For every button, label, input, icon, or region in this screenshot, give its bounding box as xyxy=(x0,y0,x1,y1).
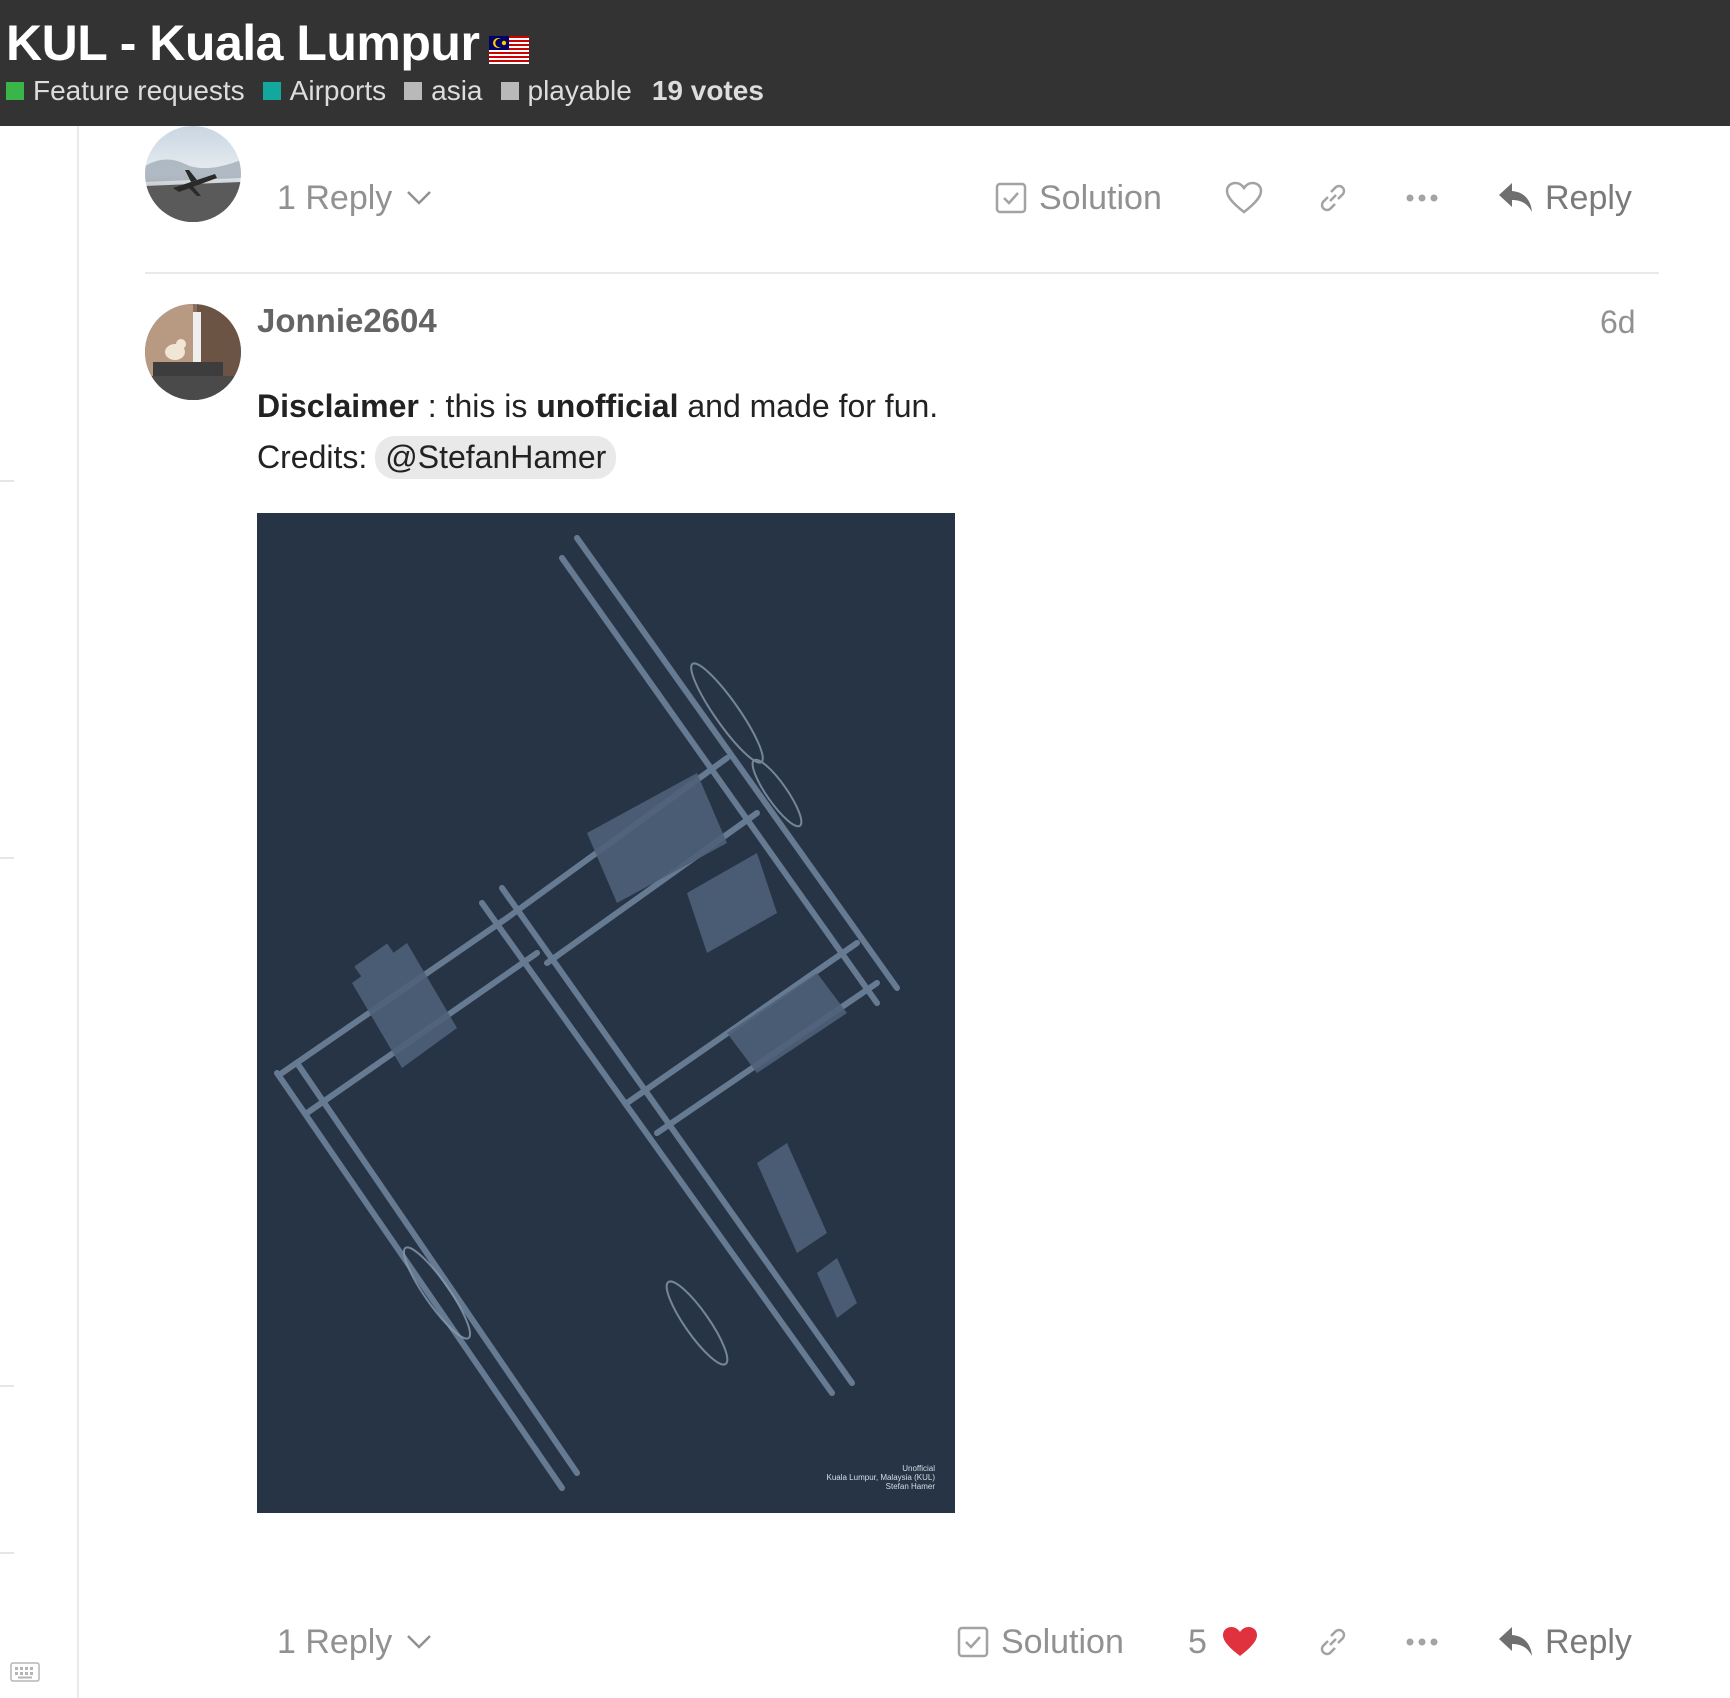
post-body-line-1: Disclaimer : this is unofficial and made… xyxy=(257,388,938,425)
topic-tags: Feature requests Airports asia playable … xyxy=(6,74,764,108)
body-text: : this is xyxy=(418,388,537,424)
reply-button[interactable]: Reply xyxy=(1497,158,1632,238)
disclaimer-bold: Disclaimer xyxy=(257,388,419,424)
replies-label: 1 Reply xyxy=(277,1622,393,1661)
airport-map-image[interactable]: Unofficial Kuala Lumpur, Malaysia (KUL) … xyxy=(257,513,955,1513)
tag-label: playable xyxy=(527,75,632,106)
timeline-rail xyxy=(77,126,79,1698)
solution-button[interactable]: Solution xyxy=(957,1602,1124,1682)
post-actions: 1 Reply Solution 5 Reply xyxy=(145,1602,1665,1682)
map-caption-line-3: Stefan Hamer xyxy=(886,1482,936,1491)
more-options-button[interactable] xyxy=(1405,1602,1439,1682)
more-options-button[interactable] xyxy=(1405,158,1439,238)
ellipsis-icon xyxy=(1405,193,1439,203)
username[interactable]: Jonnie2604 xyxy=(257,302,437,340)
category-color-swatch xyxy=(262,82,281,100)
solution-label: Solution xyxy=(1039,178,1162,217)
reply-button[interactable]: Reply xyxy=(1497,1602,1632,1682)
tag-color-swatch xyxy=(404,82,423,100)
topic-title[interactable]: KUL - Kuala Lumpur xyxy=(6,14,530,76)
replies-toggle[interactable]: 1 Reply xyxy=(277,158,432,238)
heart-outline-icon xyxy=(1225,181,1263,215)
body-text: and made for fun. xyxy=(678,388,939,424)
vote-count: 19 votes xyxy=(651,75,764,106)
like-button[interactable] xyxy=(1225,158,1263,238)
category-airports[interactable]: Airports xyxy=(262,75,387,107)
unofficial-bold: unofficial xyxy=(536,388,679,424)
category-color-swatch xyxy=(6,82,24,100)
tag-playable[interactable]: playable xyxy=(500,75,632,107)
checkbox-icon xyxy=(957,1626,989,1658)
avatar[interactable] xyxy=(145,304,241,400)
tag-label: asia xyxy=(431,75,483,106)
post-actions: 1 Reply Solution Reply xyxy=(145,158,1665,238)
ellipsis-icon xyxy=(1405,1637,1439,1647)
map-caption-line-2: Kuala Lumpur, Malaysia (KUL) xyxy=(827,1473,936,1482)
category-label: Airports xyxy=(289,75,387,106)
topic-title-text[interactable]: KUL - Kuala Lumpur xyxy=(6,15,480,71)
rail-tick xyxy=(0,857,14,859)
user-mention[interactable]: @StefanHamer xyxy=(375,436,617,479)
post-age[interactable]: 6d xyxy=(1600,304,1636,341)
chevron-down-icon xyxy=(406,1634,432,1650)
link-icon xyxy=(1315,1624,1351,1660)
chevron-down-icon xyxy=(406,190,432,206)
share-link-button[interactable] xyxy=(1315,1602,1351,1682)
replies-toggle[interactable]: 1 Reply xyxy=(277,1602,432,1682)
like-count: 5 xyxy=(1188,1622,1207,1661)
replies-label: 1 Reply xyxy=(277,178,393,217)
malaysia-flag-icon xyxy=(489,18,530,76)
category-label: Feature requests xyxy=(33,75,245,106)
reply-arrow-icon xyxy=(1497,1625,1535,1659)
airport-diagram: Unofficial Kuala Lumpur, Malaysia (KUL) … xyxy=(257,513,955,1513)
tag-color-swatch xyxy=(500,82,519,100)
credits-label: Credits: xyxy=(257,439,368,475)
solution-label: Solution xyxy=(1001,1622,1124,1661)
like-button[interactable]: 5 xyxy=(1188,1602,1259,1682)
solution-button[interactable]: Solution xyxy=(995,158,1162,238)
checkbox-icon xyxy=(995,182,1027,214)
link-icon xyxy=(1315,180,1351,216)
post-divider xyxy=(145,272,1659,274)
post-body-line-2: Credits: @StefanHamer xyxy=(257,436,617,479)
reply-label: Reply xyxy=(1545,178,1632,217)
share-link-button[interactable] xyxy=(1315,158,1351,238)
rail-tick xyxy=(0,480,14,482)
keyboard-shortcuts-icon[interactable] xyxy=(10,1662,40,1687)
category-feature-requests[interactable]: Feature requests xyxy=(6,75,245,107)
reply-arrow-icon xyxy=(1497,181,1535,215)
reply-label: Reply xyxy=(1545,1622,1632,1661)
tag-asia[interactable]: asia xyxy=(404,75,483,107)
map-caption-line-1: Unofficial xyxy=(902,1464,935,1473)
heart-filled-icon xyxy=(1221,1625,1259,1659)
rail-tick xyxy=(0,1552,14,1554)
rail-tick xyxy=(0,1385,14,1387)
topic-header: KUL - Kuala Lumpur Feature requests Airp… xyxy=(0,0,1730,126)
